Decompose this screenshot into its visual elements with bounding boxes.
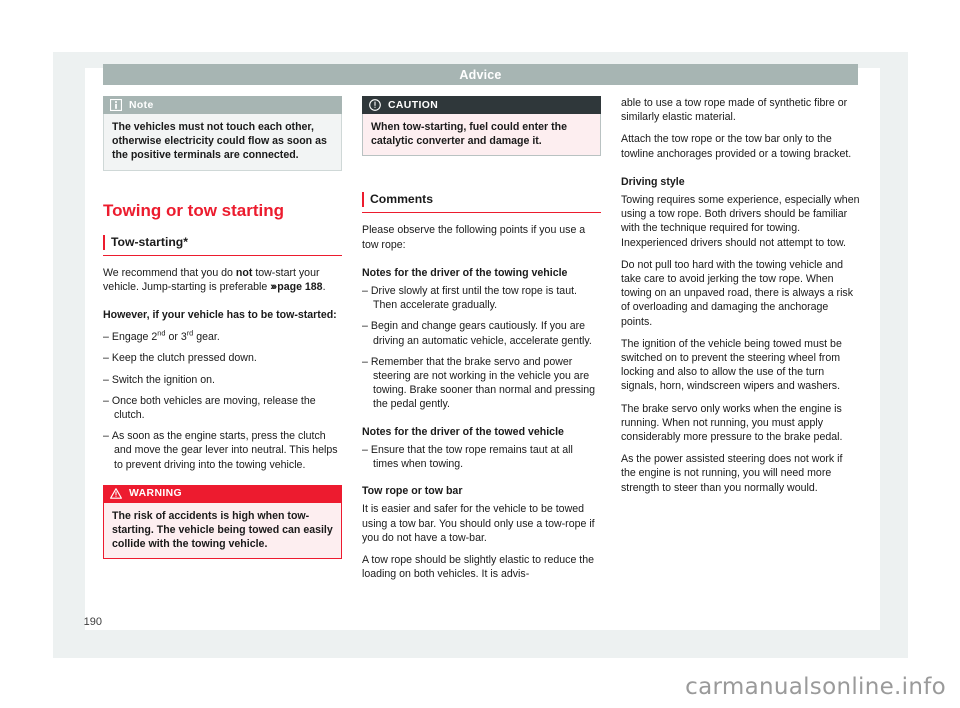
list-item: – Ensure that the tow rope remains taut a…	[362, 443, 601, 471]
paragraph-power-steering: As the power assisted steering does not …	[621, 453, 843, 494]
info-icon	[110, 99, 122, 111]
list-item: – Once both vehicles are moving, release …	[103, 394, 342, 422]
list-item-text: Drive slowly at first until the tow rope…	[370, 285, 577, 312]
list-item-text: Once both vehicles are moving, release t…	[111, 394, 316, 422]
page-columns: Note The vehicles must not touch each ot…	[103, 96, 860, 616]
column-middle: CAUTION When tow-starting, fuel could en…	[362, 96, 601, 616]
paragraph-tow-bar-safer: It is easier and safer for the vehicle t…	[362, 503, 595, 544]
watermark: carmanualsonline.info	[685, 674, 946, 700]
paragraph-attach-rope: Attach the tow rope or the tow bar only …	[621, 133, 852, 160]
list-item-text: Keep the clutch pressed down.	[111, 352, 257, 365]
paragraph-do-not-pull: Do not pull too hard with the towing veh…	[621, 258, 854, 328]
caution-box: CAUTION When tow-starting, fuel could en…	[362, 96, 601, 157]
note-box-text: The vehicles must not touch each other, …	[103, 114, 342, 171]
column-left: Note The vehicles must not touch each ot…	[103, 96, 342, 616]
list-item-text: Switch the ignition on.	[111, 373, 215, 386]
caution-box-label: CAUTION	[388, 99, 439, 111]
list-item: – Engage 2nd or 3rd gear.	[103, 328, 342, 344]
list-item-text: Engage 2nd or 3rd gear.	[111, 328, 220, 344]
list-item-text: Ensure that the tow rope remains taut at…	[370, 443, 573, 471]
list-item-text: As soon as the engine starts, press the …	[111, 430, 338, 471]
dash-bullet: –	[362, 355, 368, 368]
paragraph-observe: Please observe the following points if y…	[362, 224, 586, 251]
list-item-text: Begin and change gears cautiously. If yo…	[370, 320, 592, 347]
heading-notes-towing-vehicle: Notes for the driver of the towing vehic…	[362, 266, 568, 279]
paragraph-ignition: The ignition of the vehicle being towed …	[621, 337, 842, 393]
text-not: not	[235, 266, 253, 279]
dash-bullet: –	[103, 394, 109, 407]
list-item: – Remember that the brake servo and power…	[362, 355, 601, 412]
running-header-title: Advice	[459, 67, 502, 82]
page-number: 190	[83, 616, 102, 628]
subsection-heading-tow-starting: Tow-starting*	[103, 234, 342, 256]
exclamation-circle-icon	[369, 99, 381, 111]
text-end: .	[322, 280, 326, 293]
paragraph-rope-elastic: A tow rope should be slightly elastic to…	[362, 554, 595, 581]
warning-triangle-icon	[110, 488, 122, 500]
list-item: – Keep the clutch pressed down.	[103, 351, 342, 365]
note-box-header: Note	[103, 96, 342, 114]
list-text-post: gear.	[193, 331, 220, 344]
list-item-text: Remember that the brake servo and power …	[370, 355, 596, 411]
ordinal-nd: nd	[157, 328, 166, 338]
section-heading: Towing or tow starting	[103, 200, 284, 220]
caution-box-text: When tow-starting, fuel could enter the …	[362, 114, 601, 157]
list-text-pre: Engage 2	[111, 331, 158, 344]
list-text-mid: or 3	[165, 331, 187, 344]
dash-bullet: –	[103, 352, 109, 365]
cross-ref-arrow-icon: ›››	[270, 280, 277, 293]
list-item: – Switch the ignition on.	[103, 373, 342, 387]
column-right: able to use a tow rope made of synthetic…	[621, 96, 860, 616]
subsection-heading-comments: Comments	[362, 192, 601, 214]
note-box: Note The vehicles must not touch each ot…	[103, 96, 342, 171]
note-box-label: Note	[129, 99, 154, 111]
cross-ref-page[interactable]: page 188	[277, 281, 322, 293]
warning-box: WARNING The risk of accidents is high wh…	[103, 484, 342, 560]
paragraph-recommend: We recommend that you do not tow-start y…	[103, 266, 342, 294]
paragraph-synthetic-fibre: able to use a tow rope made of synthetic…	[621, 97, 848, 124]
list-item: – Begin and change gears cautiously. If y…	[362, 319, 601, 347]
dash-bullet: –	[362, 443, 368, 456]
dash-bullet: –	[362, 285, 368, 298]
paragraph-however: However, if your vehicle has to be tow-s…	[103, 309, 337, 322]
heading-notes-towed-vehicle: Notes for the driver of the towed vehicl…	[362, 425, 564, 438]
heading-driving-style: Driving style	[621, 175, 685, 188]
list-item: – As soon as the engine starts, press the…	[103, 429, 342, 472]
dash-bullet: –	[103, 430, 109, 443]
warning-box-header: WARNING	[103, 484, 342, 503]
warning-box-label: WARNING	[129, 488, 183, 500]
paragraph-brake-servo: The brake servo only works when the engi…	[621, 402, 843, 444]
list-item: – Drive slowly at first until the tow rop…	[362, 284, 601, 312]
warning-box-text: The risk of accidents is high when tow-s…	[103, 502, 342, 560]
dash-bullet: –	[103, 373, 109, 386]
dash-bullet: –	[103, 331, 109, 344]
running-header: Advice	[103, 64, 858, 85]
paragraph-experience: Towing requires some experience, especia…	[621, 194, 860, 249]
text-pre: We recommend that you do	[103, 266, 236, 279]
dash-bullet: –	[362, 320, 368, 333]
heading-tow-rope-or-bar: Tow rope or tow bar	[362, 485, 463, 498]
caution-box-header: CAUTION	[362, 96, 601, 114]
